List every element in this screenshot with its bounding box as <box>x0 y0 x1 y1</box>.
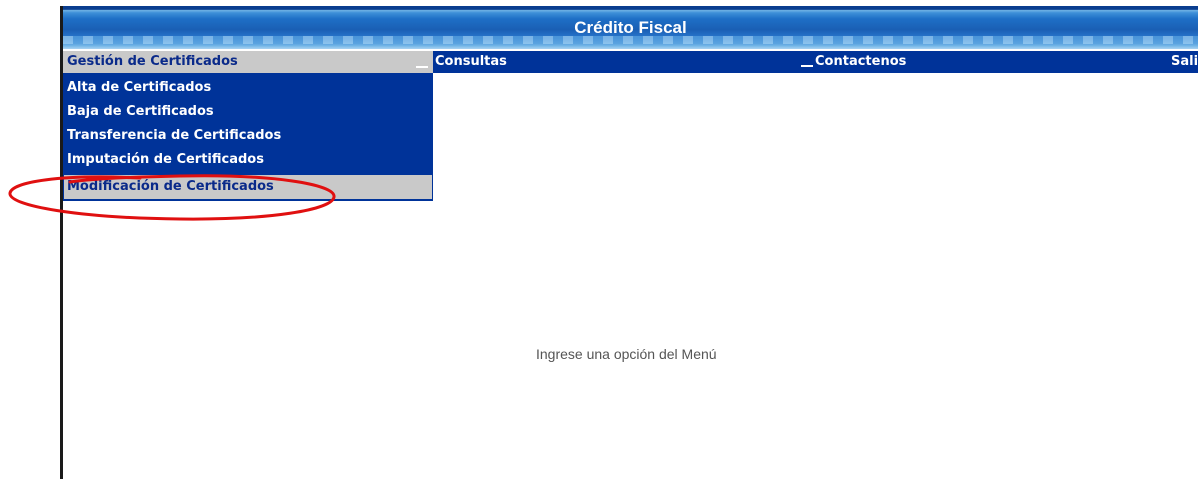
menu-salir-label: Sali <box>1171 54 1198 69</box>
menu-item-imputacion[interactable]: Imputación de Certificados <box>64 148 432 172</box>
menu-contactenos-label: Contactenos <box>815 54 907 69</box>
menu-gestion-certificados-label: Gestión de Certificados <box>67 54 238 69</box>
menu-item-alta-label: Alta de Certificados <box>67 80 212 95</box>
menu-contactenos[interactable]: Contactenos <box>801 51 906 73</box>
collapse-icon <box>801 64 813 67</box>
main-message: Ingrese una opción del Menú <box>536 346 717 362</box>
menu-consultas[interactable]: Consultas <box>435 51 507 73</box>
menu-salir[interactable]: Sali <box>1171 51 1198 73</box>
menu-gestion-certificados[interactable]: Gestión de Certificados <box>63 51 433 73</box>
app-title: Crédito Fiscal <box>574 18 687 37</box>
menu-consultas-label: Consultas <box>435 54 507 69</box>
collapse-icon <box>416 66 428 68</box>
menu-item-modificacion-label: Modificación de Certificados <box>67 179 274 194</box>
menu-item-transferencia-label: Transferencia de Certificados <box>67 128 282 143</box>
title-bar: Crédito Fiscal <box>63 6 1198 49</box>
menu-item-transferencia[interactable]: Transferencia de Certificados <box>64 124 432 148</box>
app-window: Crédito Fiscal Gestión de Certificados C… <box>0 0 1198 479</box>
menu-bar: Gestión de Certificados Consultas Contac… <box>63 51 1198 73</box>
menu-item-alta[interactable]: Alta de Certificados <box>64 76 432 100</box>
gestion-dropdown-menu: Alta de Certificados Baja de Certificado… <box>63 73 433 201</box>
menu-item-baja-label: Baja de Certificados <box>67 104 214 119</box>
menu-item-baja[interactable]: Baja de Certificados <box>64 100 432 124</box>
menu-item-imputacion-label: Imputación de Certificados <box>67 152 264 167</box>
menu-item-modificacion[interactable]: Modificación de Certificados <box>64 175 432 199</box>
